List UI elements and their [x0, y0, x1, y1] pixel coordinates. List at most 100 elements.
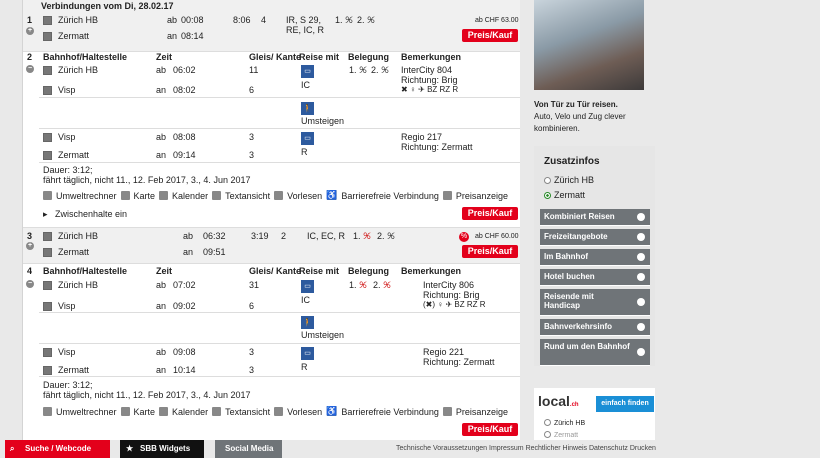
- price-icon: [442, 191, 452, 200]
- tool-karte[interactable]: Karte: [134, 191, 156, 201]
- menu-hotel[interactable]: Hotel buchen: [540, 269, 650, 286]
- occupancy-2: 2.: [357, 15, 365, 25]
- leg-to: Visp: [58, 301, 76, 311]
- expand-icon[interactable]: +: [26, 242, 34, 250]
- from-station: Zürich HB: [58, 231, 99, 241]
- tool-textansicht[interactable]: Textansicht: [225, 191, 270, 201]
- buy-button[interactable]: Preis/Kauf: [462, 29, 518, 42]
- station-icon: [43, 248, 52, 257]
- connection-number: 1: [27, 15, 33, 25]
- duration: 3:19: [251, 231, 269, 241]
- col-time: Zeit: [156, 52, 173, 62]
- menu-freizeit[interactable]: Freizeitangebote: [540, 229, 650, 246]
- menu-bahnverkehr[interactable]: Bahnverkehrsinfo: [540, 319, 650, 336]
- duration: 8:06: [233, 15, 251, 25]
- tool-umweltrechner[interactable]: Umweltrechner: [56, 407, 117, 417]
- tool-preisanzeige[interactable]: Preisanzeige: [456, 191, 508, 201]
- tool-umweltrechner[interactable]: Umweltrechner: [56, 191, 117, 201]
- occupancy-icon: ꕑ: [381, 65, 389, 75]
- tool-vorlesen[interactable]: Vorlesen: [287, 191, 322, 201]
- promo-image[interactable]: [534, 0, 644, 90]
- local-option-zurich[interactable]: Zürich HB: [544, 419, 585, 427]
- plus-icon: [637, 233, 645, 241]
- tool-preisanzeige[interactable]: Preisanzeige: [456, 407, 508, 417]
- collapse-icon[interactable]: −: [26, 280, 34, 288]
- promo-title[interactable]: Von Tür zu Tür reisen.: [534, 100, 618, 109]
- service-codes: BZ RZ: [427, 85, 451, 94]
- dep-label: ab: [167, 15, 178, 25]
- plus-icon: [637, 348, 645, 356]
- tool-vorlesen[interactable]: Vorlesen: [287, 407, 322, 417]
- tool-barrierefrei[interactable]: Barrierefreie Verbindung: [341, 407, 439, 417]
- search-icon: ⌕: [10, 444, 15, 453]
- leg-track: 3: [249, 347, 255, 357]
- leg-direction: Richtung: Zermatt: [401, 142, 473, 152]
- station-icon: [43, 66, 52, 75]
- train-icon: ▭: [301, 280, 314, 293]
- service-days: fährt täglich, nicht 11., 12. Feb 2017, …: [43, 175, 251, 185]
- leg-direction: Richtung: Brig: [401, 75, 458, 85]
- occupancy-1: 1.: [349, 280, 357, 290]
- expand-icon[interactable]: +: [26, 27, 34, 35]
- radio-icon[interactable]: [544, 431, 551, 438]
- tool-kalender[interactable]: Kalender: [172, 191, 208, 201]
- leg-arr: 10:14: [173, 365, 196, 375]
- radio-selected-icon[interactable]: [544, 192, 551, 199]
- service-icons: ✖ ♀ ✈ BZ RZ R: [401, 85, 459, 94]
- connection-number: 2: [27, 52, 33, 62]
- occupancy-1: 1.: [349, 65, 357, 75]
- option-zermatt[interactable]: Zermatt: [544, 190, 585, 200]
- option-label: Zermatt: [554, 190, 586, 200]
- search-label: Suche / Webcode: [25, 444, 92, 453]
- intermediate-stops-toggle[interactable]: Zwischenhalte ein: [55, 209, 127, 219]
- leg-arr: 09:02: [173, 301, 196, 311]
- radio-icon[interactable]: [544, 419, 551, 426]
- connection-3-summary[interactable]: 3 + Zürich HB Zermatt ab 06:32 an 09:51 …: [23, 228, 520, 264]
- sbb-widgets-button[interactable]: ★ SBB Widgets: [120, 440, 204, 458]
- buy-button[interactable]: Preis/Kauf: [462, 423, 518, 436]
- collapse-icon[interactable]: −: [26, 65, 34, 73]
- train-icon: ▭: [301, 347, 314, 360]
- option-label: Zürich HB: [554, 420, 586, 427]
- buy-button[interactable]: Preis/Kauf: [462, 245, 518, 258]
- connection-1-summary[interactable]: 1 + Zürich HB Zermatt ab 00:08 an 08:14 …: [23, 12, 520, 52]
- station-icon: [43, 133, 52, 142]
- occupancy-icon: ꕑ: [367, 15, 375, 25]
- menu-im-bahnhof[interactable]: Im Bahnhof: [540, 249, 650, 266]
- option-zurich[interactable]: Zürich HB: [544, 175, 594, 185]
- menu-label: Rund um den Bahnhof: [544, 342, 630, 351]
- station-icon: [43, 232, 52, 241]
- dep-label: ab: [156, 65, 167, 75]
- tool-kalender[interactable]: Kalender: [172, 407, 208, 417]
- leg-arr: 08:02: [173, 85, 196, 95]
- radio-icon[interactable]: [544, 177, 551, 184]
- tool-karte[interactable]: Karte: [134, 407, 156, 417]
- local-option-zermatt[interactable]: Zermatt: [544, 431, 578, 439]
- menu-handicap[interactable]: Reisende mit Handicap: [540, 289, 650, 316]
- col-stop: Bahnhof/Haltestelle: [43, 52, 128, 62]
- local-search-button[interactable]: einfach finden: [596, 396, 654, 412]
- social-media-button[interactable]: Social Media: [215, 440, 282, 458]
- leg-from: Zürich HB: [58, 65, 99, 75]
- search-webcode-button[interactable]: ⌕ Suche / Webcode: [5, 440, 110, 458]
- occupancy-1: 1.: [335, 15, 343, 25]
- products: IR, S 29,: [286, 15, 322, 25]
- tools-row: Umweltrechner Karte Kalender Textansicht…: [43, 190, 508, 201]
- leg-product: IC: [301, 80, 310, 90]
- buy-button[interactable]: Preis/Kauf: [462, 207, 518, 220]
- footer-links[interactable]: Technische Voraussetzungen Impressum Rec…: [396, 445, 656, 452]
- price: ab CHF 63.00: [475, 17, 519, 24]
- station-icon: [43, 348, 52, 357]
- wheelchair-icon: ♿: [326, 190, 338, 200]
- leg-note: Regio 217: [401, 132, 443, 142]
- leg-track: 3: [249, 132, 255, 142]
- menu-kombiniert[interactable]: Kombiniert Reisen: [540, 209, 650, 226]
- menu-label: Bahnverkehrsinfo: [544, 322, 613, 331]
- tool-barrierefrei[interactable]: Barrierefreie Verbindung: [341, 191, 439, 201]
- tool-textansicht[interactable]: Textansicht: [225, 407, 270, 417]
- leg-direction: Richtung: Zermatt: [423, 357, 495, 367]
- menu-rund-um[interactable]: Rund um den Bahnhof: [540, 339, 650, 366]
- discount-icon: %: [459, 232, 469, 242]
- occupancy-high-icon: ꕑ: [363, 231, 371, 241]
- option-label: Zürich HB: [554, 175, 595, 185]
